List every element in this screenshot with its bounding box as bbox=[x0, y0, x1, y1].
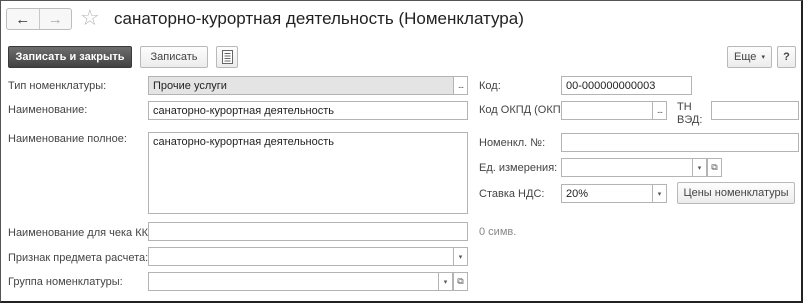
chevron-down-icon[interactable]: ▾ bbox=[453, 248, 467, 265]
type-value: Прочие услуги bbox=[153, 80, 227, 92]
vat-value: 20% bbox=[566, 188, 589, 200]
document-list-icon bbox=[221, 50, 233, 64]
favorite-star-icon[interactable]: ☆ bbox=[80, 6, 100, 30]
forward-arrow-icon[interactable]: → bbox=[40, 9, 72, 29]
chevron-down-icon[interactable]: ▾ bbox=[652, 185, 666, 202]
select-button[interactable]: ... bbox=[453, 77, 467, 94]
receipt-name-input[interactable] bbox=[148, 222, 468, 241]
type-label: Тип номенклатуры: bbox=[8, 80, 107, 92]
name-input[interactable]: санаторно-курортная деятельность bbox=[148, 101, 468, 120]
tnved-label: ТН ВЭД: bbox=[677, 101, 703, 126]
help-button[interactable]: ? bbox=[777, 46, 796, 68]
okpd-label: Код ОКПД (ОКП): bbox=[479, 104, 568, 116]
chevron-down-icon: ▾ bbox=[761, 54, 765, 61]
select-button[interactable]: ... bbox=[652, 102, 666, 119]
open-icon[interactable]: ⧉ bbox=[707, 159, 721, 176]
chevron-down-icon[interactable]: ▾ bbox=[692, 159, 707, 176]
name-label: Наименование: bbox=[8, 104, 88, 116]
back-arrow-icon[interactable]: ← bbox=[7, 9, 40, 29]
type-field[interactable]: Прочие услуги ... bbox=[148, 76, 468, 95]
payment-subject-label: Признак предмета расчета: bbox=[8, 252, 149, 264]
receipt-name-label: Наименование для чека ККМ: bbox=[8, 227, 161, 239]
okpd-field[interactable]: ... bbox=[561, 101, 667, 120]
chevron-down-icon[interactable]: ▾ bbox=[438, 273, 453, 290]
more-label: Еще bbox=[734, 51, 757, 63]
full-name-label: Наименование полное: bbox=[8, 133, 127, 145]
save-button[interactable]: Записать bbox=[140, 46, 208, 68]
item-no-label: Номенкл. №: bbox=[479, 137, 546, 149]
group-label: Группа номенклатуры: bbox=[8, 276, 123, 288]
unit-select[interactable]: ▾ ⧉ bbox=[561, 158, 722, 177]
open-icon[interactable]: ⧉ bbox=[453, 273, 467, 290]
vat-label: Ставка НДС: bbox=[479, 188, 545, 200]
page-title: санаторно-курортная деятельность (Номенк… bbox=[114, 9, 524, 28]
unit-label: Ед. измерения: bbox=[479, 162, 558, 174]
group-select[interactable]: ▾ ⧉ bbox=[148, 272, 468, 291]
nav-buttons: ← → bbox=[6, 8, 72, 30]
tnved-input[interactable] bbox=[711, 101, 799, 120]
save-and-close-button[interactable]: Записать и закрыть bbox=[8, 46, 132, 68]
full-name-textarea[interactable]: санаторно-курортная деятельность bbox=[148, 132, 468, 214]
code-input[interactable]: 00-000000000003 bbox=[561, 76, 692, 95]
print-button[interactable] bbox=[216, 46, 238, 68]
code-label: Код: bbox=[479, 80, 501, 92]
receipt-name-counter: 0 симв. bbox=[479, 226, 517, 238]
vat-select[interactable]: 20% ▾ bbox=[561, 184, 667, 203]
payment-subject-select[interactable]: ▾ bbox=[148, 247, 468, 266]
item-no-input[interactable] bbox=[561, 133, 799, 152]
more-button[interactable]: Еще ▾ bbox=[727, 46, 772, 68]
item-prices-button[interactable]: Цены номенклатуры bbox=[677, 182, 795, 204]
